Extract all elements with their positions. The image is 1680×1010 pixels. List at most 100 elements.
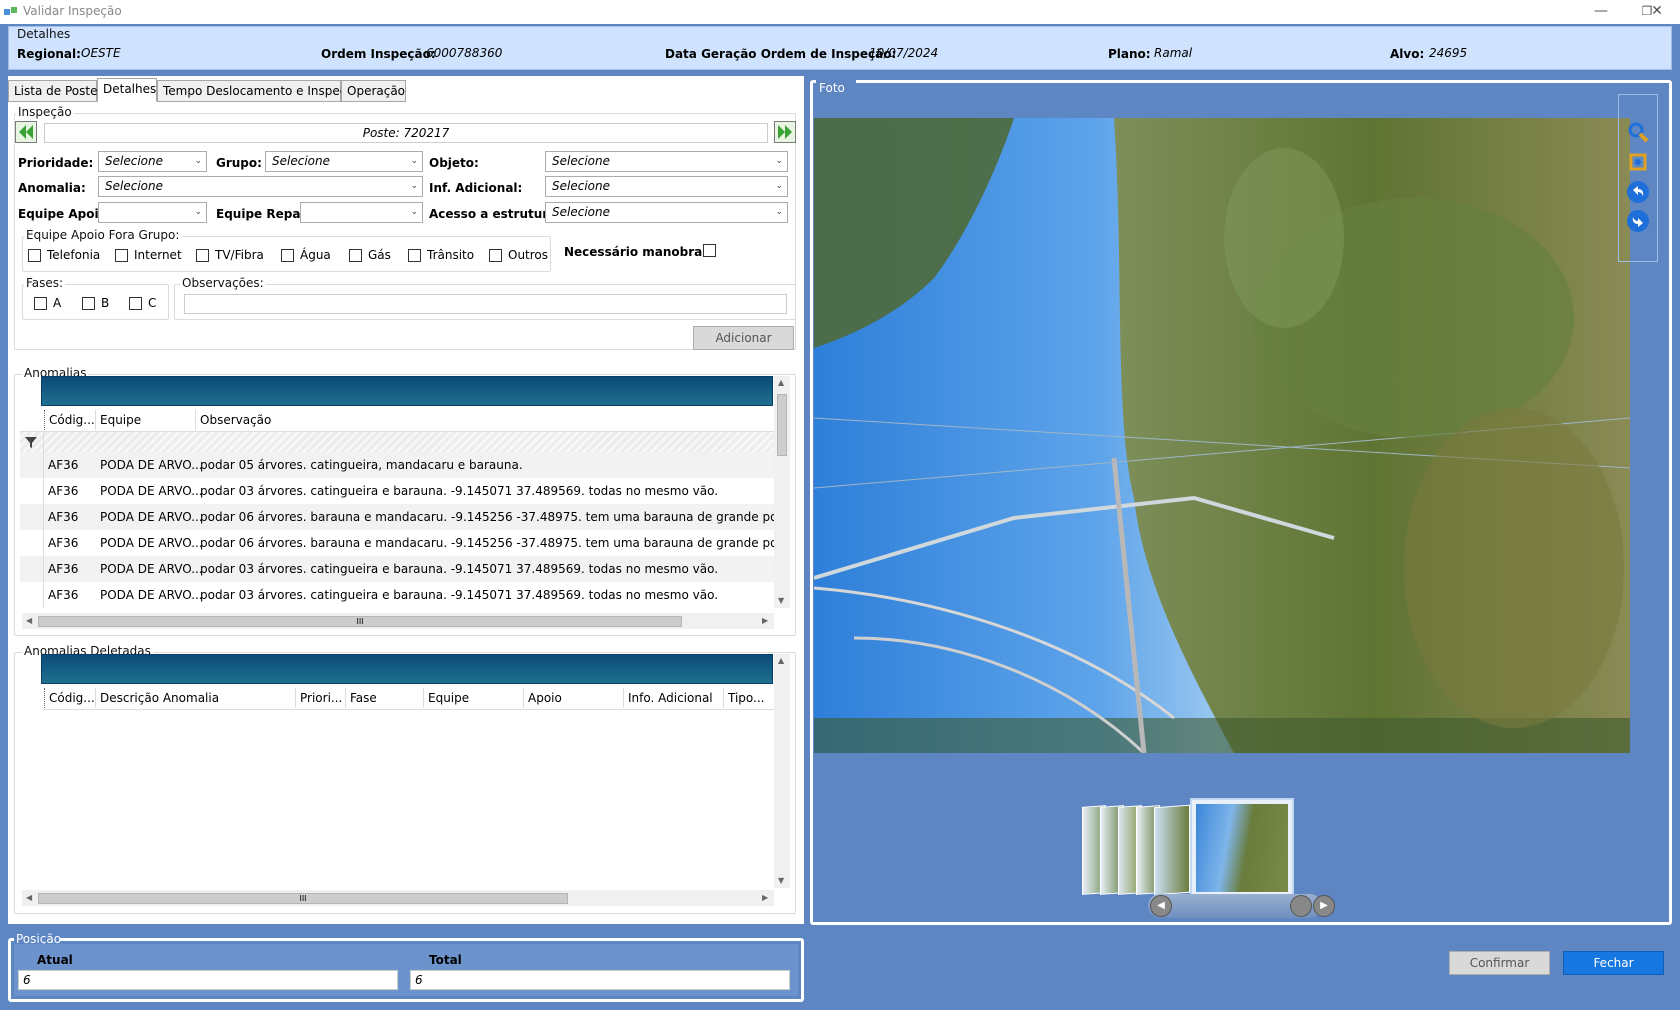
chevron-down-icon: ⌄	[410, 181, 418, 191]
telefonia-checkbox[interactable]	[28, 249, 41, 262]
tab-operacao[interactable]: Operação	[341, 80, 406, 102]
fase-a-label: A	[53, 296, 62, 310]
scroll-left-icon[interactable]: ◀	[26, 893, 32, 902]
scroll-left-icon[interactable]: ◀	[26, 616, 32, 625]
alvo-label: Alvo:	[1390, 47, 1425, 61]
scroll-down-icon[interactable]: ▼	[778, 876, 784, 885]
close-button[interactable]: ✕	[1634, 0, 1680, 24]
internet-checkbox[interactable]	[115, 249, 128, 262]
carousel-next-icon[interactable]: ▶	[1313, 895, 1335, 917]
objeto-select[interactable]: Selecione ⌄	[545, 151, 788, 172]
fase-c-checkbox[interactable]	[129, 297, 142, 310]
tab-lista-postes[interactable]: Lista de Postes	[8, 80, 104, 102]
scroll-up-icon[interactable]: ▲	[778, 656, 784, 665]
fase-a-checkbox[interactable]	[34, 297, 47, 310]
grupo-select[interactable]: Selecione ⌄	[265, 151, 423, 172]
rotate-left-icon[interactable]	[1626, 180, 1650, 204]
tvfibra-checkbox[interactable]	[196, 249, 209, 262]
transito-checkbox[interactable]	[408, 249, 421, 262]
col-descricao-anomalia[interactable]: Descrição Anomalia	[96, 688, 296, 708]
cell-codigo: AF36	[48, 484, 79, 498]
fechar-button[interactable]: Fechar	[1563, 951, 1664, 975]
rotate-right-icon[interactable]	[1626, 209, 1650, 233]
scroll-up-icon[interactable]: ▲	[778, 378, 784, 387]
minimize-button[interactable]: —	[1578, 0, 1624, 24]
scroll-down-icon[interactable]: ▼	[778, 596, 784, 605]
col-codigo[interactable]: Códig...	[44, 688, 96, 708]
anomalia-label: Anomalia:	[18, 181, 86, 195]
tab-tempo-deslocamento[interactable]: Tempo Deslocamento e Inspeção	[157, 80, 361, 102]
deletadas-vscroll[interactable]: ▲ ▼	[774, 654, 790, 888]
carousel-prev-icon[interactable]: ◀	[1150, 895, 1172, 917]
col-prioridade[interactable]: Priori...	[296, 688, 346, 708]
anomalias-vscroll[interactable]: ▲ ▼	[774, 376, 790, 608]
deletadas-hscroll-thumb[interactable]: III	[38, 893, 568, 904]
anomalias-vscroll-thumb[interactable]	[777, 394, 787, 456]
anomalias-hscroll-thumb[interactable]: III	[38, 616, 682, 627]
inf-adicional-select-value: Selecione	[552, 179, 610, 193]
photo-thumbnail[interactable]	[1154, 804, 1190, 896]
col-equipe[interactable]: Equipe	[96, 410, 196, 430]
col-info-adicional[interactable]: Info. Adicional	[624, 688, 724, 708]
photo-thumbnail-selected[interactable]	[1190, 798, 1294, 898]
filter-row[interactable]	[20, 432, 774, 452]
cell-observacao: podar 03 árvores. catingueira e barauna.…	[200, 588, 719, 602]
confirmar-button[interactable]: Confirmar	[1449, 951, 1550, 975]
ordem-value: 6000788360	[426, 46, 503, 60]
chevron-down-icon: ⌄	[775, 156, 783, 166]
internet-label: Internet	[134, 248, 182, 262]
inspecao-group-title: Inspeção	[16, 105, 74, 119]
anomalia-select-value: Selecione	[105, 179, 163, 193]
next-poste-button[interactable]	[774, 121, 796, 143]
scroll-right-icon[interactable]: ▶	[762, 893, 768, 902]
inf-adicional-label: Inf. Adicional:	[429, 181, 523, 195]
col-equipe[interactable]: Equipe	[424, 688, 524, 708]
table-row[interactable]: AF36 PODA DE ARVO... podar 03 árvores. c…	[20, 582, 774, 608]
tab-detalhes[interactable]: Detalhes	[97, 78, 157, 102]
previous-poste-button[interactable]	[15, 121, 37, 143]
inspection-photo[interactable]	[814, 118, 1630, 753]
anomalia-select[interactable]: Selecione ⌄	[98, 176, 423, 197]
table-row[interactable]: AF36 PODA DE ARVO... podar 06 árvores. b…	[20, 530, 774, 556]
adicionar-button[interactable]: Adicionar	[693, 326, 794, 350]
manobra-label: Necessário manobra:	[564, 245, 708, 259]
outros-checkbox[interactable]	[489, 249, 502, 262]
table-row[interactable]: AF36 PODA DE ARVO... podar 05 árvores. c…	[20, 452, 774, 478]
col-observacao[interactable]: Observação	[196, 410, 756, 430]
inf-adicional-select[interactable]: Selecione ⌄	[545, 176, 788, 197]
foto-title: Foto	[819, 81, 845, 95]
cell-codigo: AF36	[48, 510, 79, 524]
scroll-right-icon[interactable]: ▶	[762, 616, 768, 625]
col-tipo[interactable]: Tipo...	[724, 688, 774, 708]
manobra-checkbox[interactable]	[703, 244, 716, 257]
fit-icon[interactable]	[1626, 150, 1650, 174]
gas-checkbox[interactable]	[349, 249, 362, 262]
equipe-apoio-select[interactable]: ⌄	[98, 202, 207, 223]
observacoes-input[interactable]	[184, 294, 787, 314]
plano-label: Plano:	[1108, 47, 1151, 61]
total-input[interactable]: 6	[410, 970, 790, 990]
carousel-thumb[interactable]	[1290, 895, 1312, 917]
zoom-icon[interactable]	[1626, 120, 1650, 144]
deletadas-hscroll[interactable]: ◀ III ▶	[22, 890, 774, 906]
table-row[interactable]: AF36 PODA DE ARVO... podar 06 árvores. b…	[20, 504, 774, 530]
chevron-down-icon: ⌄	[775, 207, 783, 217]
regional-label: Regional:	[17, 47, 81, 61]
cell-codigo: AF36	[48, 458, 79, 472]
table-row[interactable]: AF36 PODA DE ARVO... podar 03 árvores. c…	[20, 556, 774, 582]
atual-input[interactable]: 6	[18, 970, 398, 990]
data-geracao-value: 10/07/2024	[869, 46, 939, 60]
equipe-reparo-select[interactable]: ⌄	[300, 202, 423, 223]
prioridade-select[interactable]: Selecione ⌄	[98, 151, 207, 172]
prioridade-select-value: Selecione	[105, 154, 163, 168]
acesso-estrutura-select[interactable]: Selecione ⌄	[545, 202, 788, 223]
col-codigo[interactable]: Códig...	[44, 410, 96, 430]
cell-observacao: podar 05 árvores. catingueira, mandacaru…	[200, 458, 523, 472]
fase-b-checkbox[interactable]	[82, 297, 95, 310]
anomalias-hscroll[interactable]: ◀ III ▶	[22, 613, 774, 629]
agua-checkbox[interactable]	[281, 249, 294, 262]
poste-display: Poste: 720217	[44, 123, 768, 143]
col-apoio[interactable]: Apoio	[524, 688, 624, 708]
table-row[interactable]: AF36 PODA DE ARVO... podar 03 árvores. c…	[20, 478, 774, 504]
col-fase[interactable]: Fase	[346, 688, 424, 708]
